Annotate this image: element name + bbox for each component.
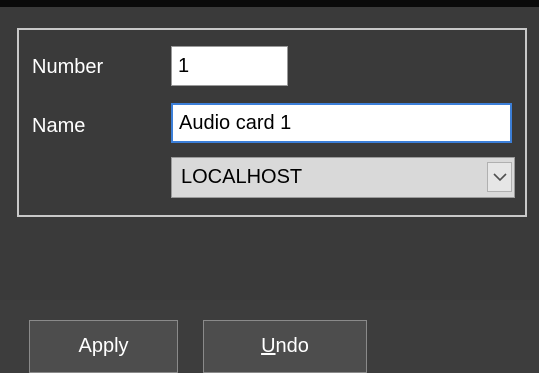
settings-group-box: Number Name LOCALHOST [17,28,527,217]
chevron-down-icon[interactable] [487,162,512,192]
name-field[interactable] [171,103,512,143]
name-label: Name [32,115,86,137]
apply-button-label: Apply [78,335,129,357]
host-combobox-value: LOCALHOST [181,166,303,188]
apply-button[interactable]: Apply [29,320,178,373]
undo-mnemonic: U [261,335,276,357]
host-combobox[interactable]: LOCALHOST [171,157,515,198]
button-bar: Apply Undo [0,300,539,373]
undo-button-label: Undo [261,335,309,358]
settings-panel: Number Name LOCALHOST [0,0,539,300]
number-field[interactable] [171,46,288,86]
undo-label-rest: ndo [275,335,309,357]
number-label: Number [32,56,104,78]
undo-button[interactable]: Undo [203,320,367,373]
